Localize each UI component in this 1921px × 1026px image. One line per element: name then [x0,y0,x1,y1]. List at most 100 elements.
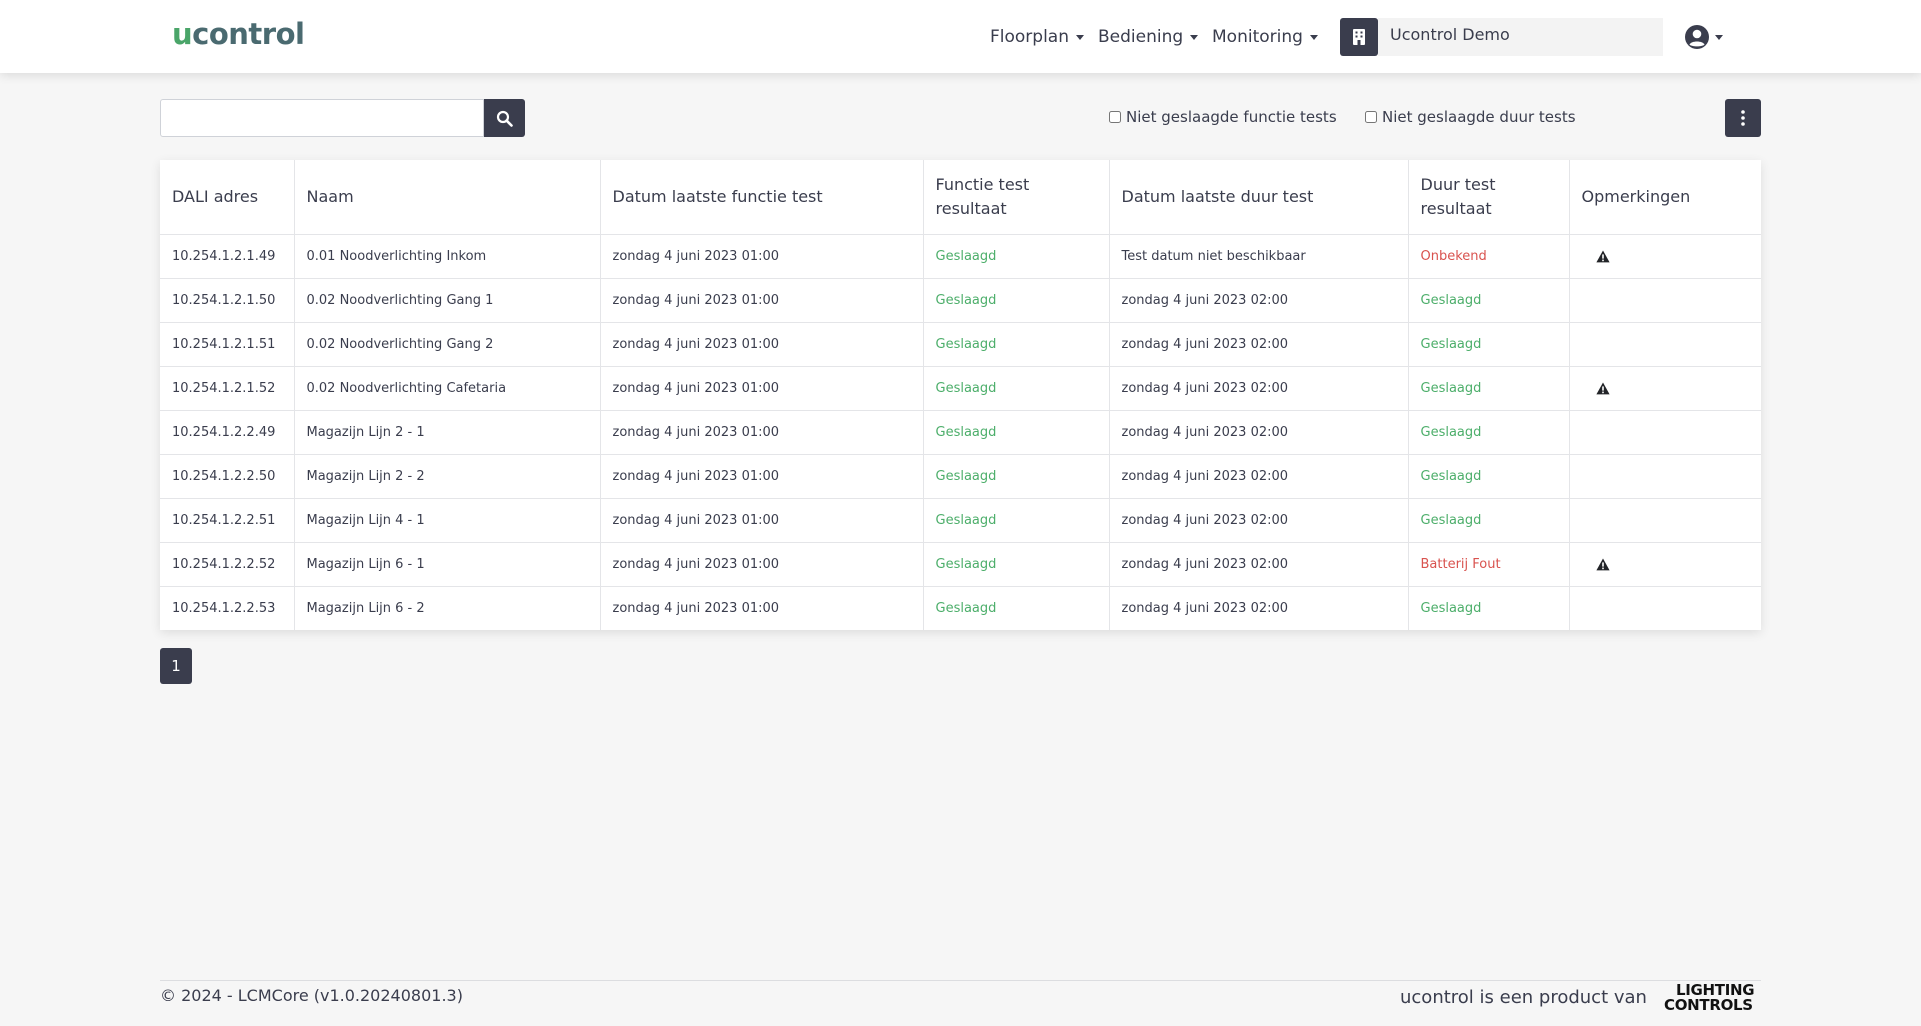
table-row[interactable]: 10.254.1.2.2.52 Magazijn Lijn 6 - 1 zondag… [160,542,1761,587]
cell-name: Magazijn Lijn 2 - 2 [294,454,601,499]
pagination-page-1[interactable]: 1 [160,648,192,684]
filter-failed-duration-tests-label: Niet geslaagde duur tests [1382,108,1576,126]
nav-menu-bediening[interactable]: Bediening [1098,22,1199,52]
top-navbar: ucontrol Floorplan Bediening Monitoring … [0,0,1921,73]
cell-dali-address: 10.254.1.2.1.51 [160,322,295,367]
table-row[interactable]: 10.254.1.2.2.49 Magazijn Lijn 2 - 1 zondag… [160,410,1761,455]
cell-duration-test-result: Geslaagd [1408,498,1570,543]
footer-copyright: © 2024 - LCMCore (v1.0.20240801.3) [160,986,463,1005]
warning-triangle-icon[interactable] [1595,382,1610,395]
caret-down-icon [1190,34,1199,40]
table-header-row: DALI adres Naam Datum laatste functie te… [160,160,1761,235]
lighting-controls-logo[interactable]: LIGHTING CONTROLS [1664,983,1762,1017]
search-button[interactable] [484,99,525,137]
cell-duration-test-result: Geslaagd [1408,278,1570,323]
caret-down-icon [1076,34,1084,40]
cell-duration-test-date: zondag 4 juni 2023 02:00 [1109,498,1409,543]
cell-function-test-date: zondag 4 juni 2023 01:00 [600,586,924,630]
column-header-duration-test-result[interactable]: Duur test resultaat [1408,160,1570,235]
search-input[interactable] [160,99,484,137]
logo-text-rest: control [192,17,305,51]
column-header-dali-address[interactable]: DALI adres [160,160,295,235]
cell-function-test-result: Geslaagd [923,542,1110,587]
cell-duration-test-result: Onbekend [1408,234,1570,279]
emergency-lighting-table: DALI adres Naam Datum laatste functie te… [160,160,1761,630]
caret-down-icon [1715,35,1723,40]
table-row[interactable]: 10.254.1.2.2.53 Magazijn Lijn 6 - 2 zondag… [160,586,1761,630]
nav-menu-monitoring[interactable]: Monitoring [1212,22,1318,52]
user-menu[interactable] [1684,22,1728,52]
cell-dali-address: 10.254.1.2.2.53 [160,586,295,630]
cell-function-test-result: Geslaagd [923,454,1110,499]
caret-down-icon [1309,34,1318,40]
cell-duration-test-result: Geslaagd [1408,322,1570,367]
table-row[interactable]: 10.254.1.2.1.51 0.02 Noodverlichting Gang… [160,322,1761,367]
cell-function-test-date: zondag 4 juni 2023 01:00 [600,542,924,587]
cell-function-test-date: zondag 4 juni 2023 01:00 [600,278,924,323]
cell-function-test-result: Geslaagd [923,410,1110,455]
nav-menu-floorplan[interactable]: Floorplan [990,22,1084,52]
cell-duration-test-result: Batterij Fout [1408,542,1570,587]
cell-remarks [1569,278,1761,323]
more-options-button[interactable] [1725,99,1761,137]
cell-remarks [1569,498,1761,543]
cell-name: 0.02 Noodverlichting Cafetaria [294,366,601,411]
filter-failed-function-tests[interactable]: Niet geslaagde functie tests [1109,105,1337,129]
ucontrol-logo[interactable]: ucontrol [172,16,305,52]
site-select-button[interactable] [1340,18,1378,56]
column-header-name[interactable]: Naam [294,160,601,235]
cell-function-test-date: zondag 4 juni 2023 01:00 [600,454,924,499]
cell-dali-address: 10.254.1.2.1.49 [160,234,295,279]
filter-failed-duration-tests-checkbox[interactable] [1365,111,1377,123]
table-row[interactable]: 10.254.1.2.1.49 0.01 Noodverlichting Inko… [160,234,1761,279]
cell-duration-test-date: zondag 4 juni 2023 02:00 [1109,542,1409,587]
cell-dali-address: 10.254.1.2.2.49 [160,410,295,455]
filter-failed-function-tests-checkbox[interactable] [1109,111,1121,123]
cell-duration-test-date: zondag 4 juni 2023 02:00 [1109,322,1409,367]
cell-name: 0.02 Noodverlichting Gang 2 [294,322,601,367]
lighting-controls-logo-line2: CONTROLS [1664,996,1753,1014]
cell-function-test-date: zondag 4 juni 2023 01:00 [600,366,924,411]
cell-name: Magazijn Lijn 6 - 1 [294,542,601,587]
footer-product-of: ucontrol is een product van [1400,987,1647,1008]
filter-failed-duration-tests[interactable]: Niet geslaagde duur tests [1365,105,1576,129]
table-row[interactable]: 10.254.1.2.1.52 0.02 Noodverlichting Cafe… [160,366,1761,411]
cell-remarks [1569,366,1761,411]
cell-dali-address: 10.254.1.2.2.50 [160,454,295,499]
cell-duration-test-date: Test datum niet beschikbaar [1109,234,1409,279]
cell-remarks [1569,234,1761,279]
cell-duration-test-result: Geslaagd [1408,586,1570,630]
logo-text-u: u [172,17,193,51]
cell-function-test-result: Geslaagd [923,278,1110,323]
warning-triangle-icon[interactable] [1595,250,1610,263]
cell-duration-test-date: zondag 4 juni 2023 02:00 [1109,366,1409,411]
table-row[interactable]: 10.254.1.2.2.50 Magazijn Lijn 2 - 2 zondag… [160,454,1761,499]
cell-dali-address: 10.254.1.2.2.52 [160,542,295,587]
column-header-function-test-date[interactable]: Datum laatste functie test [600,160,924,235]
cell-name: 0.02 Noodverlichting Gang 1 [294,278,601,323]
column-header-function-test-result[interactable]: Functie test resultaat [923,160,1110,235]
cell-dali-address: 10.254.1.2.1.52 [160,366,295,411]
nav-menu-bediening-label: Bediening [1098,27,1184,47]
column-header-duration-test-date[interactable]: Datum laatste duur test [1109,160,1409,235]
cell-remarks [1569,542,1761,587]
cell-function-test-date: zondag 4 juni 2023 01:00 [600,234,924,279]
cell-remarks [1569,454,1761,499]
warning-triangle-icon[interactable] [1595,558,1610,571]
site-name-field[interactable]: Ucontrol Demo [1378,18,1663,56]
cell-dali-address: 10.254.1.2.2.51 [160,498,295,543]
cell-duration-test-date: zondag 4 juni 2023 02:00 [1109,454,1409,499]
cell-name: Magazijn Lijn 4 - 1 [294,498,601,543]
cell-function-test-result: Geslaagd [923,366,1110,411]
cell-name: 0.01 Noodverlichting Inkom [294,234,601,279]
cell-dali-address: 10.254.1.2.1.50 [160,278,295,323]
user-circle-icon [1685,25,1709,49]
column-header-remarks[interactable]: Opmerkingen [1569,160,1761,235]
cell-duration-test-date: zondag 4 juni 2023 02:00 [1109,410,1409,455]
cell-duration-test-date: zondag 4 juni 2023 02:00 [1109,278,1409,323]
cell-duration-test-result: Geslaagd [1408,410,1570,455]
cell-function-test-result: Geslaagd [923,322,1110,367]
table-row[interactable]: 10.254.1.2.2.51 Magazijn Lijn 4 - 1 zondag… [160,498,1761,543]
cell-remarks [1569,322,1761,367]
table-row[interactable]: 10.254.1.2.1.50 0.02 Noodverlichting Gang… [160,278,1761,323]
